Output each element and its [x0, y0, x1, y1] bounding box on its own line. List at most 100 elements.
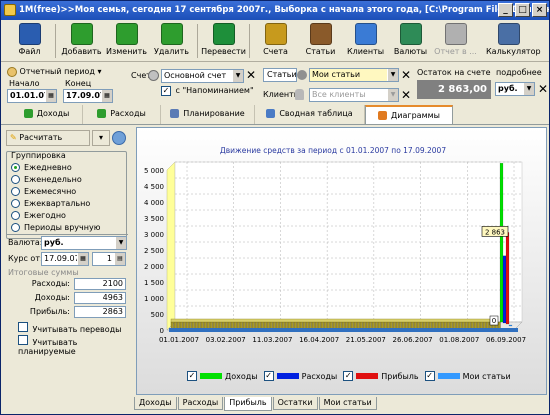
grouping-option[interactable]: Ежегодно	[11, 210, 100, 222]
rate-date-field[interactable]: 17.09.07 ▦	[41, 252, 89, 266]
categories-select[interactable]: Мои статьи ▼	[309, 68, 399, 82]
calculator-small-icon[interactable]: ▤	[114, 253, 125, 265]
close-icon[interactable]: ×	[532, 3, 547, 17]
legend-swatch	[437, 373, 460, 379]
period-button[interactable]: Отчетный период ▾	[7, 66, 111, 78]
grouping-label: Ежемесячно	[24, 187, 77, 196]
legend-checkbox[interactable]: ✓	[343, 371, 354, 381]
currency-label: Валюта:	[8, 238, 43, 247]
start-date-field[interactable]: 01.01.07 ▦	[7, 89, 57, 103]
legend-checkbox[interactable]: ✓	[187, 371, 197, 381]
grouping-option[interactable]: Еженедельно	[11, 174, 100, 186]
chevron-down-icon[interactable]: ▼	[523, 83, 534, 95]
currency-select[interactable]: руб. ▼	[495, 82, 535, 96]
toolbar-currency-button[interactable]: Валюты	[388, 20, 433, 62]
rate-value-field[interactable]: 1 ▤	[92, 252, 126, 266]
planned-checkbox[interactable]: Учитывать планируемые	[18, 335, 132, 356]
legend-label: Расходы	[301, 371, 338, 381]
toolbar-clients-button[interactable]: Клиенты	[343, 20, 388, 62]
toolbar-transfer-button[interactable]: Перевести	[201, 20, 246, 62]
toolbar-accounts-button[interactable]: Счета	[253, 20, 298, 62]
chevron-down-icon[interactable]: ▼	[387, 69, 398, 81]
toolbar-label: Изменить	[106, 47, 147, 56]
legend-item[interactable]: ✓ Расходы	[263, 371, 338, 381]
reminders-checkbox[interactable]: ✓ с "Напоминанием"	[161, 86, 254, 96]
print-icon[interactable]	[112, 131, 126, 145]
tab-4[interactable]: Диаграммы	[365, 105, 453, 124]
end-date-field[interactable]: 17.09.07 ▦	[63, 89, 113, 103]
title-bar[interactable]: 1M(free)>>Моя семья, сегодня 17 сентября…	[1, 1, 549, 20]
clients-select[interactable]: Все клиенты ▼	[309, 88, 399, 102]
balance-label: Остаток на счете	[417, 68, 491, 77]
grouping-label: Ежеквартально	[24, 199, 91, 208]
grouping-option[interactable]: Периоды вручную	[11, 222, 100, 234]
chart-legend: ✓ Доходы ✓ Расходы ✓ Прибыль ✓ Мои статьи	[187, 371, 511, 381]
toolbar-edit-button[interactable]: Изменить	[104, 20, 149, 62]
y-tick-label: 4 000	[144, 199, 164, 207]
radio-button[interactable]	[11, 199, 20, 208]
legend-item[interactable]: ✓ Доходы	[187, 371, 258, 381]
toolbar-calculator-button[interactable]: Калькулятор	[486, 20, 541, 62]
grouping-option[interactable]: Ежедневно	[11, 162, 100, 174]
clear-account-icon[interactable]: ✕	[246, 68, 256, 82]
clear-currency-icon[interactable]: ✕	[538, 82, 548, 96]
more-link[interactable]: подробнее	[496, 68, 542, 77]
y-tick-label: 500	[151, 311, 164, 319]
legend-item[interactable]: ✓ Мои статьи	[424, 371, 511, 381]
bottom-tab-1[interactable]: Расходы	[177, 397, 224, 410]
transfers-checkbox[interactable]: Учитывать переводы	[18, 322, 121, 334]
radio-button[interactable]	[11, 187, 20, 196]
toolbar-delete-button[interactable]: Удалить	[149, 20, 194, 62]
radio-button[interactable]	[11, 211, 20, 220]
legend-swatch	[356, 373, 379, 379]
bottom-tab-2[interactable]: Прибыль	[224, 397, 272, 411]
calc-options-button[interactable]: ▾	[92, 130, 110, 146]
grouping-option[interactable]: Ежеквартально	[11, 198, 100, 210]
toolbar-add-button[interactable]: Добавить	[59, 20, 104, 62]
expenses-label: Расходы:	[31, 279, 70, 288]
tab-1[interactable]: Расходы	[83, 105, 161, 124]
toolbar-categories-button[interactable]: Статьи	[298, 20, 343, 62]
calendar-icon[interactable]: ▦	[101, 90, 112, 102]
tab-3[interactable]: Сводная таблица	[255, 105, 365, 124]
clients-icon	[295, 89, 304, 100]
account-select[interactable]: Основной счет ▼	[161, 69, 244, 83]
calendar-icon[interactable]: ▦	[77, 253, 88, 265]
chevron-down-icon[interactable]: ▼	[387, 89, 398, 101]
tab-2[interactable]: Планирование	[161, 105, 255, 124]
legend-checkbox[interactable]: ✓	[424, 371, 435, 381]
toolbar-label: Валюты	[393, 47, 428, 56]
grouping-title: Группировка	[11, 151, 66, 160]
left-panel: ✎ Расчитать ▾ Группировка Ежедневно Ежене…	[4, 127, 132, 395]
calculate-button[interactable]: ✎ Расчитать	[6, 130, 90, 146]
calculator-icon	[497, 23, 520, 45]
left-currency-select[interactable]: руб. ▼	[41, 236, 127, 250]
clear-clients-icon[interactable]: ✕	[401, 88, 411, 102]
legend-checkbox[interactable]: ✓	[263, 371, 274, 381]
grouping-box: Группировка Ежедневно Еженедельно Ежемесяч…	[6, 151, 127, 239]
bottom-tab-3[interactable]: Остатки	[272, 397, 318, 410]
chevron-down-icon[interactable]: ▼	[115, 237, 126, 249]
x-tick-label: 01.01.2007	[159, 336, 199, 344]
categories-label: Статьи	[263, 68, 297, 82]
toolbar-label: Клиенты	[346, 47, 385, 56]
radio-button[interactable]	[11, 175, 20, 184]
window-controls: _ □ ×	[498, 3, 547, 17]
radio-button[interactable]	[11, 163, 20, 172]
radio-button[interactable]	[11, 223, 20, 232]
bottom-tab-4[interactable]: Мои статьи	[318, 397, 377, 410]
maximize-icon[interactable]: □	[515, 3, 530, 17]
filter-bar: Отчетный период ▾ Начало Конец 01.01.07 …	[1, 63, 549, 104]
chevron-down-icon[interactable]: ▼	[232, 70, 243, 82]
grouping-option[interactable]: Ежемесячно	[11, 186, 100, 198]
legend-item[interactable]: ✓ Прибыль	[343, 371, 419, 381]
tab-icon	[97, 109, 107, 118]
profit-label: Прибыль:	[29, 307, 70, 316]
bottom-tab-0[interactable]: Доходы	[134, 397, 177, 410]
toolbar-file-button[interactable]: Файл	[7, 20, 52, 62]
calendar-icon[interactable]: ▦	[45, 90, 56, 102]
toolbar-report-button[interactable]: Отчет в ...	[433, 20, 478, 62]
clear-categories-icon[interactable]: ✕	[401, 68, 411, 82]
minimize-icon[interactable]: _	[498, 3, 513, 17]
tab-0[interactable]: Доходы	[11, 105, 83, 124]
